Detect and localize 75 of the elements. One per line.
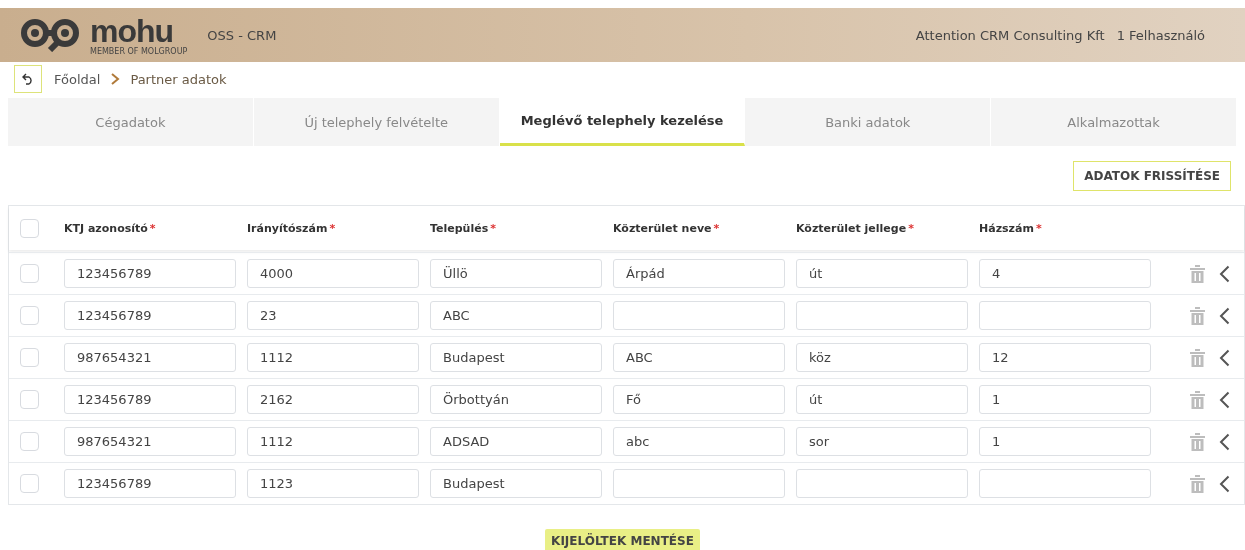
column-header: Közterület jellege * [796, 221, 915, 235]
input-field[interactable]: 2162 [247, 385, 419, 414]
input-field[interactable]: 12 [979, 343, 1151, 372]
input-field[interactable]: ABC [430, 301, 602, 330]
select-all-checkbox[interactable] [20, 218, 39, 238]
input-field[interactable]: ADSAD [430, 427, 602, 456]
trash-icon[interactable] [1190, 390, 1205, 409]
input-field[interactable]: Üllö [430, 259, 602, 288]
input-field[interactable]: 1112 [247, 427, 419, 456]
input-field[interactable]: Budapest [430, 343, 602, 372]
save-selected-button[interactable]: KIJELÖLTEK MENTÉSE [545, 529, 700, 550]
app-name: OSS - CRM [207, 27, 277, 43]
input-field[interactable]: Fő [613, 385, 785, 414]
input-field[interactable]: 123456789 [64, 385, 236, 414]
input-field[interactable] [796, 469, 968, 498]
chevron-left-icon[interactable] [1219, 474, 1230, 493]
tab[interactable]: Meglévő telephely kezelése [499, 98, 746, 146]
row-checkbox[interactable] [20, 306, 39, 325]
chevron-left-icon[interactable] [1219, 348, 1230, 367]
input-field[interactable]: 1 [979, 427, 1151, 456]
input-field[interactable]: 1 [979, 385, 1151, 414]
row-checkbox[interactable] [20, 348, 39, 367]
trash-icon[interactable] [1190, 348, 1205, 367]
chevron-right-icon [110, 73, 121, 85]
input-field[interactable]: 987654321 [64, 343, 236, 372]
input-field[interactable]: 123456789 [64, 301, 236, 330]
column-header: Házszám * [979, 221, 1043, 235]
input-field[interactable]: köz [796, 343, 968, 372]
chevron-left-icon[interactable] [1219, 264, 1230, 283]
trash-icon[interactable] [1190, 306, 1205, 325]
input-field[interactable] [796, 301, 968, 330]
trash-icon[interactable] [1190, 474, 1205, 493]
input-field[interactable]: Budapest [430, 469, 602, 498]
input-field[interactable]: 987654321 [64, 427, 236, 456]
input-field[interactable]: 1123 [247, 469, 419, 498]
input-field[interactable]: út [796, 385, 968, 414]
chevron-left-icon[interactable] [1219, 432, 1230, 451]
breadcrumb-link[interactable]: Főoldal [54, 71, 101, 87]
refresh-button[interactable]: ADATOK FRISSÍTÉSE [1073, 161, 1231, 191]
column-header: Irányítószám * [247, 221, 337, 235]
input-field[interactable]: út [796, 259, 968, 288]
input-field[interactable]: ABC [613, 343, 785, 372]
input-field[interactable]: 4 [979, 259, 1151, 288]
row-checkbox[interactable] [20, 474, 39, 493]
column-header: Közterület neve * [613, 221, 721, 235]
back-button[interactable] [14, 65, 42, 93]
row-checkbox[interactable] [20, 390, 39, 409]
input-field[interactable]: Árpád [613, 259, 785, 288]
input-field[interactable]: 4000 [247, 259, 419, 288]
user-count: 1 Felhasználó [1116, 27, 1205, 43]
input-field[interactable] [613, 469, 785, 498]
input-field[interactable]: abc [613, 427, 785, 456]
column-header: Település * [430, 221, 497, 235]
input-field[interactable]: 23 [247, 301, 419, 330]
brand-tagline: MEMBER OF MOLGROUP [90, 47, 188, 56]
input-field[interactable] [613, 301, 785, 330]
chevron-left-icon[interactable] [1219, 390, 1230, 409]
row-checkbox[interactable] [20, 264, 39, 283]
trash-icon[interactable] [1190, 432, 1205, 451]
input-field[interactable] [979, 469, 1151, 498]
input-field[interactable]: sor [796, 427, 968, 456]
brand-name: mohu [90, 14, 174, 47]
input-field[interactable]: 1112 [247, 343, 419, 372]
row-checkbox[interactable] [20, 432, 39, 451]
input-field[interactable]: Örbottyán [430, 385, 602, 414]
company-name: Attention CRM Consulting Kft [915, 27, 1105, 43]
trash-icon[interactable] [1190, 264, 1205, 283]
breadcrumb-link[interactable]: Partner adatok [130, 71, 227, 87]
chevron-left-icon[interactable] [1219, 306, 1230, 325]
undo-arrow-icon [22, 73, 34, 85]
input-field[interactable]: 123456789 [64, 259, 236, 288]
input-field[interactable]: 123456789 [64, 469, 236, 498]
column-header: KTJ azonosító * [64, 221, 157, 235]
input-field[interactable] [979, 301, 1151, 330]
owl-logo-icon [20, 18, 82, 52]
